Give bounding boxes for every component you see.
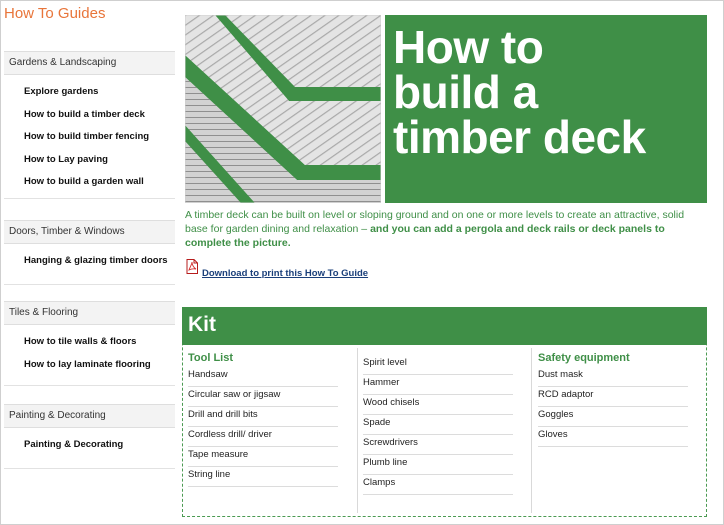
sidebar-section-title[interactable]: Doors, Timber & Windows <box>4 220 175 244</box>
list-item: Spade <box>363 415 513 435</box>
list-item: Plumb line <box>363 455 513 475</box>
list-item: Goggles <box>538 407 688 427</box>
tool-list-column-2: Spirit level Hammer Wood chisels Spade S… <box>363 355 513 495</box>
safety-heading: Safety equipment <box>538 352 630 364</box>
safety-equipment-column: Safety equipment Dust mask RCD adaptor G… <box>538 351 688 447</box>
page-title-line: How to <box>393 21 544 73</box>
sidebar-section-title[interactable]: Gardens & Landscaping <box>4 51 175 75</box>
list-item: Drill and drill bits <box>188 407 338 427</box>
site-title[interactable]: How To Guides <box>4 5 105 22</box>
list-item: RCD adaptor <box>538 387 688 407</box>
list-item: Handsaw <box>188 367 338 387</box>
page-title: How to build a timber deck <box>393 21 703 163</box>
list-item: Circular saw or jigsaw <box>188 387 338 407</box>
sidebar-section-doors: Doors, Timber & Windows Hanging & glazin… <box>4 220 175 285</box>
hero-title-box: How to build a timber deck <box>385 15 707 203</box>
kit-header: Kit <box>182 307 707 345</box>
sidebar-item-garden-wall[interactable]: How to build a garden wall <box>4 173 175 196</box>
sidebar-item-tile-walls[interactable]: How to tile walls & floors <box>4 333 175 356</box>
sidebar-item-laminate[interactable]: How to lay laminate flooring <box>4 356 175 379</box>
intro-paragraph: A timber deck can be built on level or s… <box>185 208 708 250</box>
list-item: Spirit level <box>363 355 513 375</box>
sidebar-item-explore-gardens[interactable]: Explore gardens <box>4 83 175 106</box>
page-title-line: timber deck <box>393 111 646 163</box>
column-divider <box>357 348 358 513</box>
tool-list-column-1: Tool List Handsaw Circular saw or jigsaw… <box>188 351 338 487</box>
sidebar-item-paving[interactable]: How to Lay paving <box>4 151 175 174</box>
sidebar-section-painting: Painting & Decorating Painting & Decorat… <box>4 404 175 469</box>
sidebar-item-painting[interactable]: Painting & Decorating <box>4 436 175 459</box>
sidebar-item-timber-deck[interactable]: How to build a timber deck <box>4 106 175 129</box>
tool-list-heading: Tool List <box>188 352 234 364</box>
list-item: Wood chisels <box>363 395 513 415</box>
list-item: Gloves <box>538 427 688 447</box>
list-item: Cordless drill/ driver <box>188 427 338 447</box>
pdf-icon[interactable] <box>186 259 198 274</box>
kit-title: Kit <box>188 313 216 336</box>
sidebar-item-timber-fencing[interactable]: How to build timber fencing <box>4 128 175 151</box>
sidebar-section-title[interactable]: Tiles & Flooring <box>4 301 175 325</box>
column-divider <box>531 348 532 513</box>
list-item: Clamps <box>363 475 513 495</box>
page-title-line: build a <box>393 66 538 118</box>
sidebar-section-title[interactable]: Painting & Decorating <box>4 404 175 428</box>
list-item: Tape measure <box>188 447 338 467</box>
sidebar-item-timber-doors[interactable]: Hanging & glazing timber doors <box>4 252 175 275</box>
list-item: String line <box>188 467 338 487</box>
list-item: Hammer <box>363 375 513 395</box>
decking-photo <box>185 15 381 203</box>
sidebar-section-tiles: Tiles & Flooring How to tile walls & flo… <box>4 301 175 386</box>
list-item: Dust mask <box>538 367 688 387</box>
list-item: Screwdrivers <box>363 435 513 455</box>
download-guide-link[interactable]: Download to print this How To Guide <box>202 268 368 279</box>
sidebar-section-gardens: Gardens & Landscaping Explore gardens Ho… <box>4 51 175 199</box>
